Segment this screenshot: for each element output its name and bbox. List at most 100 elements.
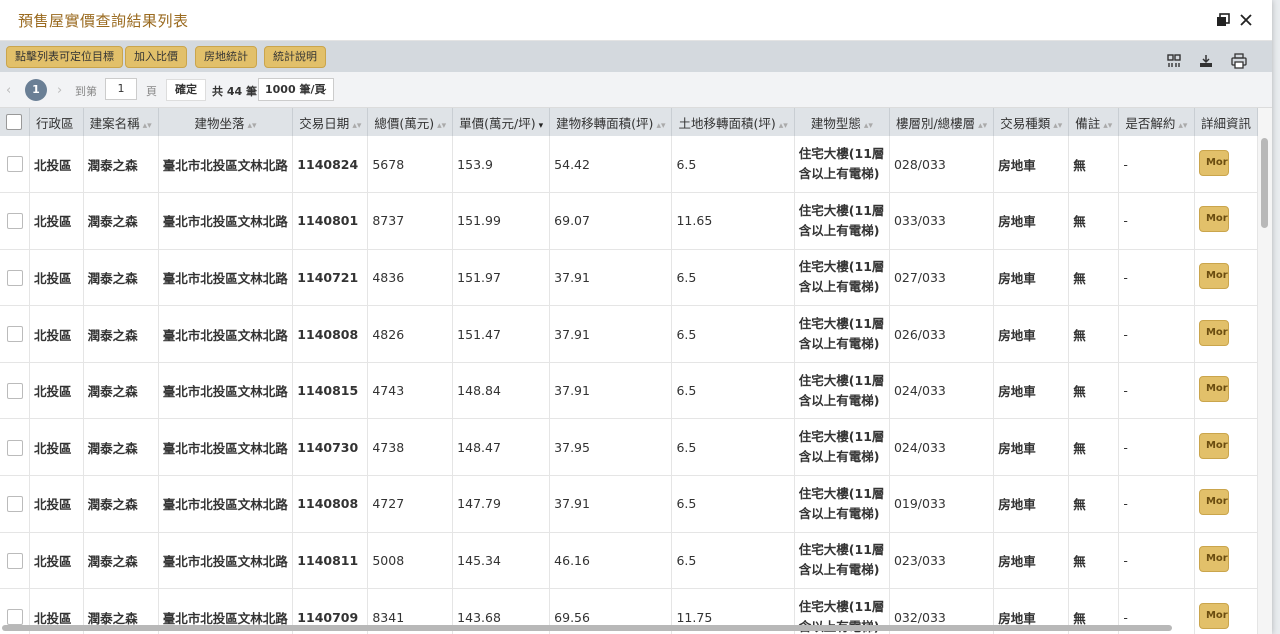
stats-help-button[interactable]: 統計說明 (264, 46, 326, 68)
cell-note: 無 (1068, 305, 1120, 363)
more-details-button[interactable]: More (1198, 319, 1229, 346)
close-icon[interactable] (1238, 12, 1254, 28)
cell-unit: 148.47 (452, 418, 551, 477)
current-page-badge[interactable]: 1 (25, 79, 47, 101)
cell-type: 住宅大樓(11層含以上有電梯) (794, 249, 890, 307)
column-header-total[interactable]: 總價(萬元) ▴▾ (367, 108, 454, 136)
column-header-details[interactable]: 詳細資訊 (1194, 108, 1258, 136)
cell-details: More (1194, 475, 1258, 533)
row-select-cell[interactable] (0, 136, 31, 194)
cell-floor: 024/033 (889, 362, 995, 420)
cell-floor: 023/033 (889, 532, 995, 590)
cell-details: More (1194, 305, 1258, 363)
row-select-cell[interactable] (0, 192, 31, 250)
prev-page-icon[interactable]: ‹ (6, 83, 11, 98)
cell-details: More (1194, 418, 1258, 477)
cell-trade: 房地車 (993, 192, 1070, 250)
cell-unit: 147.79 (452, 475, 551, 533)
row-checkbox[interactable] (6, 326, 23, 343)
row-checkbox[interactable] (6, 156, 23, 173)
restore-window-icon[interactable] (1215, 12, 1231, 28)
sort-icon: ▴▾ (1053, 120, 1063, 131)
table-row[interactable]: 北投區 潤泰之森 臺北市北投區文林北路 1140730 4738 148.47 37.95 6… (0, 418, 1258, 477)
cell-building-area: 37.95 (549, 418, 673, 477)
cell-land-area: 6.5 (671, 475, 795, 533)
column-header-unit-price[interactable]: 單價(萬元/坪) ▾ (452, 108, 551, 136)
table-row[interactable]: 北投區 潤泰之森 臺北市北投區文林北路 1140808 4727 147.79 37.91 6… (0, 475, 1258, 533)
select-all-checkbox[interactable] (0, 108, 31, 136)
cell-building-area: 69.07 (549, 192, 673, 250)
cell-building-area: 37.91 (549, 362, 673, 420)
row-checkbox[interactable] (6, 269, 23, 286)
table-row[interactable]: 北投區 潤泰之森 臺北市北投區文林北路 1140801 8737 151.99 69.07 1… (0, 192, 1258, 250)
table-row[interactable]: 北投區 潤泰之森 臺北市北投區文林北路 1140824 5678 153.9 54.42 6.… (0, 136, 1258, 194)
row-select-cell[interactable] (0, 475, 31, 533)
table-row[interactable]: 北投區 潤泰之森 臺北市北投區文林北路 1140815 4743 148.84 37.91 6… (0, 362, 1258, 420)
add-compare-button[interactable]: 加入比價 (125, 46, 187, 68)
page-size-select[interactable]: 1000 筆/頁 ⌄ (258, 78, 334, 101)
row-select-cell[interactable] (0, 249, 31, 307)
cell-unit: 153.9 (452, 136, 551, 194)
row-select-cell[interactable] (0, 305, 31, 363)
row-checkbox[interactable] (6, 213, 23, 230)
dialog-title: 預售屋實價查詢結果列表 (18, 12, 189, 30)
more-details-button[interactable]: More (1198, 376, 1229, 403)
cell-building-area: 54.42 (549, 136, 673, 194)
cell-address: 臺北市北投區文林北路 (158, 418, 294, 477)
confirm-page-button[interactable]: 確定 (166, 79, 206, 101)
column-header-district[interactable]: 行政區 (29, 108, 84, 136)
row-checkbox[interactable] (6, 382, 23, 399)
row-checkbox[interactable] (6, 439, 23, 456)
column-header-date[interactable]: 交易日期 ▴▾ (292, 108, 369, 136)
table-row[interactable]: 北投區 潤泰之森 臺北市北投區文林北路 1140808 4826 151.47 37.91 6… (0, 305, 1258, 363)
print-icon[interactable] (1230, 52, 1248, 70)
chevron-down-icon: ⌄ (320, 84, 328, 94)
column-header-project[interactable]: 建案名稱 ▴▾ (83, 108, 159, 136)
column-header-building-type[interactable]: 建物型態 ▴▾ (794, 108, 890, 136)
column-header-building-area[interactable]: 建物移轉面積(坪) ▴▾ (549, 108, 673, 136)
table-row[interactable]: 北投區 潤泰之森 臺北市北投區文林北路 1140721 4836 151.97 37.91 6… (0, 249, 1258, 307)
horizontal-scroll-thumb[interactable] (2, 625, 1172, 631)
pagination-bar: ‹ 1 › 到第 1 頁 確定 共 44 筆 1000 筆/頁 ⌄ (0, 72, 1272, 108)
column-header-land-area[interactable]: 土地移轉面積(坪) ▴▾ (671, 108, 795, 136)
next-page-icon[interactable]: › (57, 83, 62, 98)
cell-note: 無 (1068, 192, 1120, 250)
cell-date: 1140730 (292, 418, 369, 477)
cell-unit: 151.99 (452, 192, 551, 250)
export-icon[interactable] (1197, 52, 1215, 70)
row-checkbox[interactable] (6, 552, 23, 569)
column-header-cancelled[interactable]: 是否解約 ▴▾ (1118, 108, 1195, 136)
property-stats-button[interactable]: 房地統計 (195, 46, 257, 68)
cell-address: 臺北市北投區文林北路 (158, 249, 294, 307)
more-details-button[interactable]: More (1198, 149, 1229, 176)
column-header-note[interactable]: 備註 ▴▾ (1068, 108, 1120, 136)
cell-cancelled: - (1118, 249, 1195, 307)
row-select-cell[interactable] (0, 418, 31, 477)
more-details-button[interactable]: More (1198, 432, 1229, 459)
cell-total: 4727 (367, 475, 454, 533)
column-header-address[interactable]: 建物坐落 ▴▾ (158, 108, 294, 136)
horizontal-scrollbar[interactable] (0, 622, 1258, 634)
more-details-button[interactable]: More (1198, 545, 1229, 572)
more-details-button[interactable]: More (1198, 206, 1229, 233)
row-checkbox[interactable] (6, 496, 23, 513)
cell-floor: 027/033 (889, 249, 995, 307)
page-number-input[interactable]: 1 (105, 78, 137, 100)
locate-target-button[interactable]: 點擊列表可定位目標 (6, 46, 123, 68)
row-select-cell[interactable] (0, 362, 31, 420)
column-header-trade-type[interactable]: 交易種類 ▴▾ (993, 108, 1070, 136)
cell-trade: 房地車 (993, 418, 1070, 477)
grid-columns-icon[interactable] (1165, 52, 1183, 70)
cell-date: 1140721 (292, 249, 369, 307)
cell-total: 4743 (367, 362, 454, 420)
more-details-button[interactable]: More (1198, 489, 1229, 516)
vertical-scroll-thumb[interactable] (1261, 138, 1268, 228)
column-header-floor[interactable]: 樓層別/總樓層 ▴▾ (889, 108, 995, 136)
more-details-button[interactable]: More (1198, 262, 1229, 289)
checkbox[interactable] (6, 114, 22, 131)
cell-total: 4836 (367, 249, 454, 307)
vertical-scrollbar[interactable] (1258, 108, 1272, 634)
table-row[interactable]: 北投區 潤泰之森 臺北市北投區文林北路 1140811 5008 145.34 46.16 6… (0, 532, 1258, 590)
cell-date: 1140808 (292, 475, 369, 533)
row-select-cell[interactable] (0, 532, 31, 590)
